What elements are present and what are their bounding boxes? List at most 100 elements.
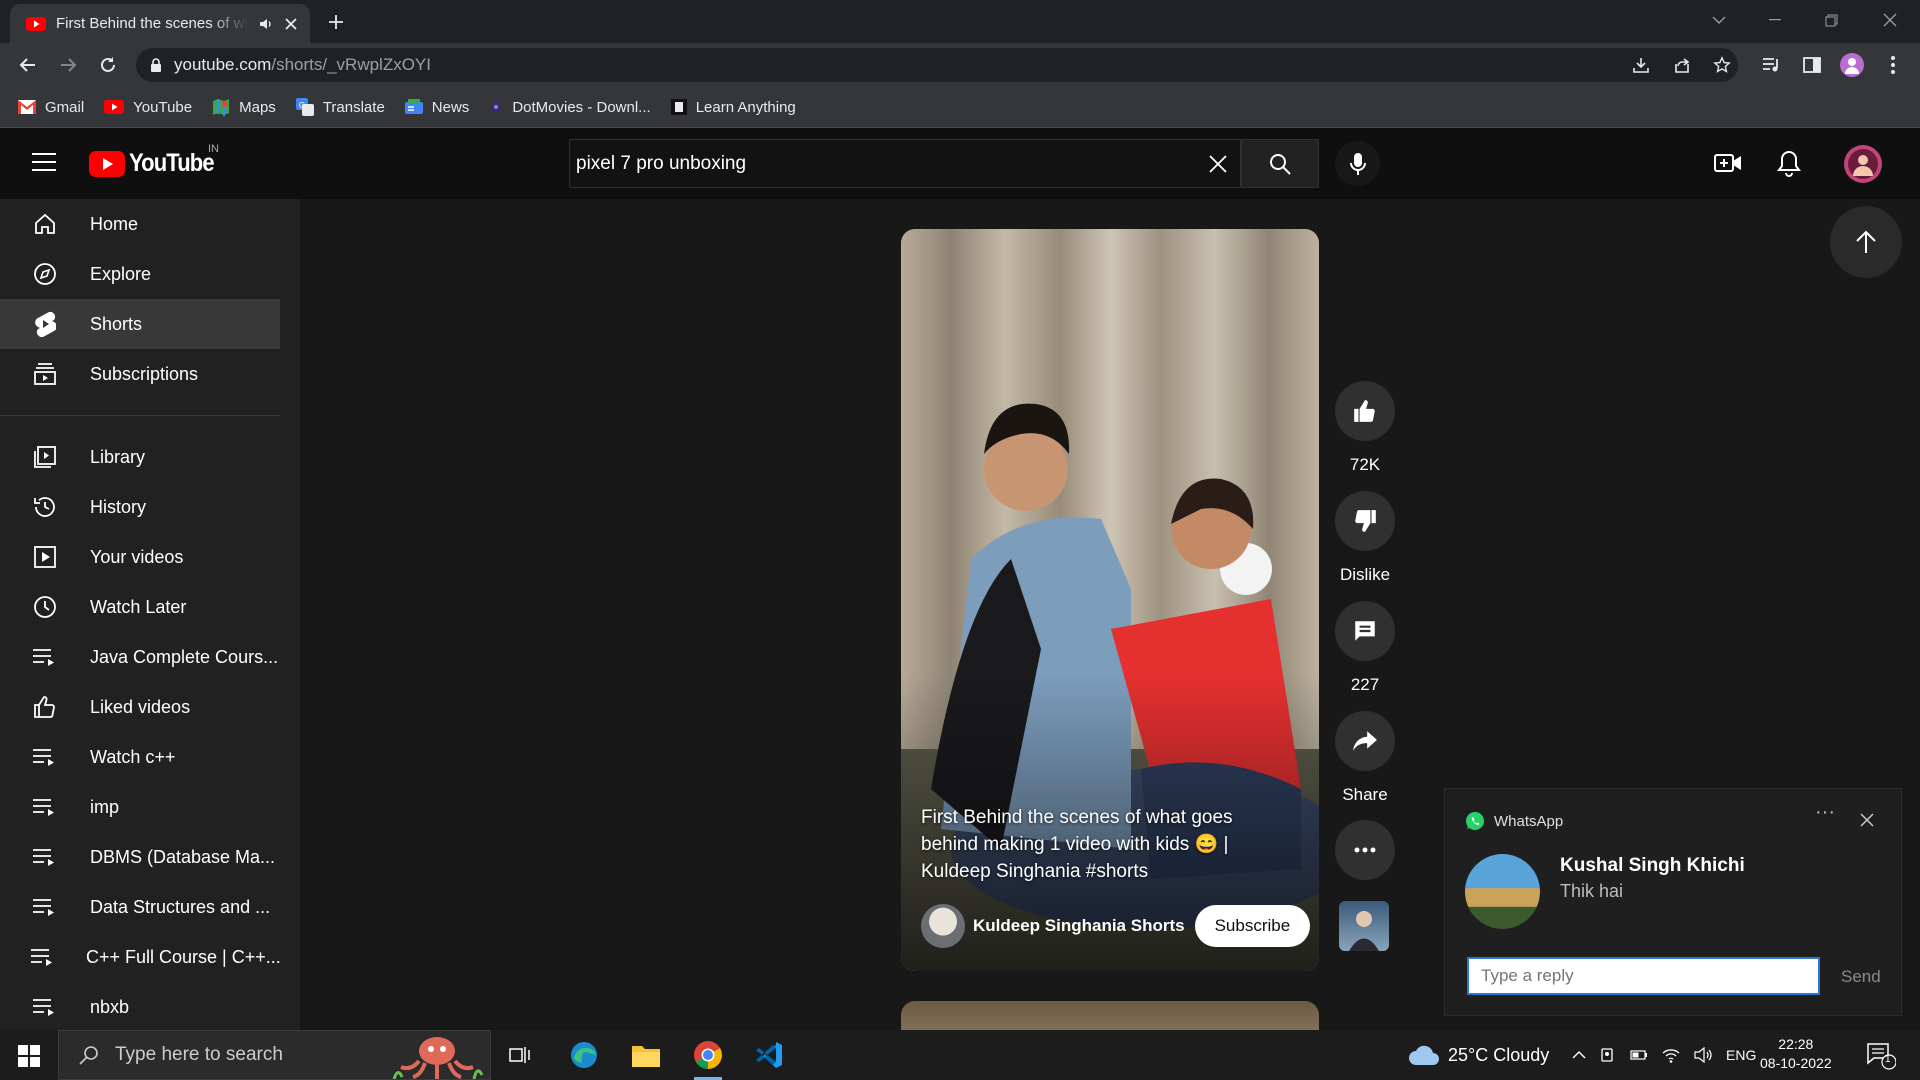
battery-icon[interactable]: [1630, 1050, 1648, 1060]
tab-audio-icon[interactable]: [258, 16, 274, 32]
search-button[interactable]: [1241, 139, 1319, 188]
lock-icon[interactable]: [150, 57, 162, 73]
youtube-favicon-icon: [26, 16, 46, 31]
sidebar-item-playlist[interactable]: imp: [0, 782, 280, 832]
windows-start-icon[interactable]: [18, 1045, 40, 1067]
bookmark-youtube[interactable]: YouTube: [104, 99, 192, 116]
playlist-icon: [30, 842, 60, 872]
media-controls-icon[interactable]: [1759, 52, 1785, 78]
sidebar-item-label: History: [90, 496, 147, 517]
learn-anything-icon: [670, 99, 687, 115]
tab-close-icon[interactable]: [284, 17, 298, 31]
system-clock[interactable]: 22:28 08-10-2022: [1760, 1035, 1832, 1073]
sidebar-item-shorts[interactable]: Shorts: [0, 299, 280, 349]
back-button[interactable]: [13, 50, 43, 80]
bookmark-maps[interactable]: Maps: [212, 98, 276, 116]
bookmark-translate[interactable]: G Translate: [295, 98, 385, 116]
task-view-icon[interactable]: [498, 1037, 542, 1073]
weather-widget[interactable]: 25°C Cloudy: [1408, 1030, 1549, 1080]
url-path: /shorts/_vRwplZxOYI: [271, 55, 431, 74]
channel-name[interactable]: Kuldeep Singhania Shorts: [973, 916, 1185, 936]
sidebar-item-label: Subscriptions: [90, 363, 199, 384]
sidebar-item-playlist[interactable]: nbxb: [0, 982, 280, 1030]
bookmark-dotmovies[interactable]: DotMovies - Downl...: [489, 99, 651, 116]
vscode-icon[interactable]: [747, 1037, 791, 1073]
minimize-window-button[interactable]: [1747, 0, 1803, 40]
notification-more-icon[interactable]: ···: [1815, 801, 1835, 824]
forward-button[interactable]: [53, 50, 83, 80]
sidebar-item-playlist[interactable]: C++ Full Course | C++...: [0, 932, 281, 982]
comments-button[interactable]: [1335, 601, 1395, 661]
sidebar-item-your-videos[interactable]: Your videos: [0, 532, 280, 582]
bookmark-star-icon[interactable]: [1709, 52, 1735, 78]
dislike-button[interactable]: [1335, 491, 1395, 551]
channel-avatar[interactable]: [921, 904, 965, 948]
account-avatar-icon[interactable]: [1843, 144, 1883, 184]
subscribe-button[interactable]: Subscribe: [1194, 905, 1311, 947]
more-action: [1333, 820, 1397, 880]
wifi-icon[interactable]: [1662, 1047, 1680, 1063]
sidebar-item-library[interactable]: Library: [0, 432, 280, 482]
next-short-preview[interactable]: [901, 1001, 1319, 1030]
notifications-bell-icon[interactable]: [1777, 149, 1801, 177]
input-language[interactable]: ENG: [1726, 1047, 1756, 1063]
chrome-menu-icon[interactable]: [1880, 52, 1906, 78]
sidebar-item-playlist[interactable]: Data Structures and ...: [0, 882, 280, 932]
install-app-icon[interactable]: [1628, 52, 1654, 78]
sidebar-item-playlist[interactable]: Watch c++: [0, 732, 280, 782]
close-window-button[interactable]: [1862, 0, 1918, 40]
side-panel-icon[interactable]: [1799, 52, 1825, 78]
cloud-icon: [1408, 1044, 1440, 1066]
sidebar-item-label: Liked videos: [90, 696, 191, 717]
address-bar[interactable]: youtube.com/shorts/_vRwplZxOYI: [136, 48, 1738, 82]
sidebar-item-subscriptions[interactable]: Subscriptions: [0, 349, 280, 399]
reload-button[interactable]: [93, 50, 123, 80]
bookmark-news[interactable]: News: [404, 99, 469, 116]
sidebar-item-playlist[interactable]: DBMS (Database Ma...: [0, 832, 280, 882]
bookmark-learn-anything[interactable]: Learn Anything: [670, 99, 796, 116]
message-text: Thik hai: [1560, 881, 1624, 901]
youtube-logo[interactable]: YouTube IN: [89, 143, 225, 178]
meet-now-icon[interactable]: [1600, 1047, 1616, 1063]
browser-tab-strip: First Behind the scenes of what goes beh…: [0, 0, 1920, 43]
short-video-player[interactable]: First Behind the scenes of what goes beh…: [901, 229, 1319, 971]
sound-thumbnail[interactable]: [1339, 901, 1389, 951]
hamburger-menu-icon[interactable]: [32, 153, 56, 171]
short-caption[interactable]: First Behind the scenes of what goes beh…: [921, 804, 1261, 885]
chevron-up-icon[interactable]: [1572, 1051, 1586, 1059]
send-button[interactable]: Send: [1841, 967, 1881, 987]
previous-short-button[interactable]: [1830, 206, 1902, 278]
profile-avatar-icon[interactable]: [1839, 52, 1865, 78]
like-button[interactable]: [1335, 381, 1395, 441]
notification-center-icon[interactable]: 1: [1866, 1042, 1896, 1070]
sidebar-item-history[interactable]: History: [0, 482, 280, 532]
share-icon[interactable]: [1669, 52, 1695, 78]
sidebar-item-explore[interactable]: Explore: [0, 249, 280, 299]
translate-icon: G: [295, 98, 314, 116]
whatsapp-notification[interactable]: WhatsApp ··· Kushal Singh Khichi Thik ha…: [1444, 788, 1902, 1016]
volume-icon[interactable]: [1694, 1047, 1712, 1063]
create-video-icon[interactable]: [1714, 151, 1742, 175]
restore-window-button[interactable]: [1803, 0, 1859, 40]
history-icon: [30, 492, 60, 522]
sidebar-item-home[interactable]: Home: [0, 199, 280, 249]
notification-close-icon[interactable]: [1855, 808, 1879, 832]
voice-search-button[interactable]: [1335, 141, 1380, 186]
reply-input[interactable]: [1467, 957, 1820, 995]
file-explorer-icon[interactable]: [624, 1037, 668, 1073]
bookmark-gmail[interactable]: Gmail: [18, 99, 84, 116]
browser-tab-active[interactable]: First Behind the scenes of what goes beh…: [10, 4, 310, 43]
edge-browser-icon[interactable]: [562, 1037, 606, 1073]
taskbar-search-box[interactable]: Type here to search: [58, 1030, 491, 1080]
clear-search-icon[interactable]: [1208, 154, 1228, 174]
more-options-button[interactable]: [1335, 820, 1395, 880]
tab-search-icon[interactable]: [1691, 0, 1747, 40]
search-input[interactable]: [576, 152, 1208, 175]
sidebar-item-watch-later[interactable]: Watch Later: [0, 582, 280, 632]
search-icon: [79, 1045, 99, 1065]
sidebar-item-playlist[interactable]: Java Complete Cours...: [0, 632, 280, 682]
share-button[interactable]: [1335, 711, 1395, 771]
sidebar-item-liked-videos[interactable]: Liked videos: [0, 682, 280, 732]
chrome-app-icon[interactable]: [686, 1037, 730, 1080]
new-tab-button[interactable]: [322, 8, 350, 36]
